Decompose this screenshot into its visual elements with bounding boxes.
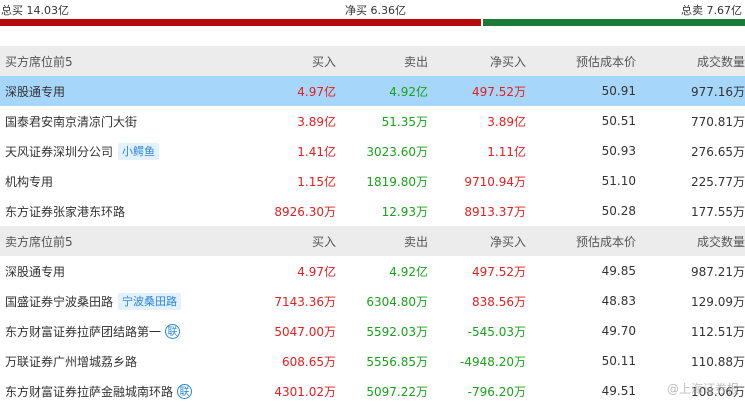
cost-value: 49.85 <box>601 264 636 278</box>
buy-value: 7143.36万 <box>274 294 336 309</box>
buy-value: 4.97亿 <box>297 264 336 279</box>
header-sell: 卖出 <box>403 54 428 69</box>
cost-value: 50.28 <box>601 204 636 218</box>
net-value: 497.52万 <box>472 264 526 279</box>
seat-name: 国泰君安南京清凉门大街 <box>5 114 138 129</box>
watermark: @上海证券报 <box>666 382 739 396</box>
cost-value: 50.51 <box>601 114 636 128</box>
net-value: 497.52万 <box>472 84 526 99</box>
volume-value: 110.88万 <box>691 354 745 369</box>
table-row[interactable]: 东方证券张家港东环路 8926.30万 12.93万 8913.37万 50.2… <box>0 196 745 226</box>
header-seat: 买方席位前5 <box>5 54 73 69</box>
header-volume: 成交数量 <box>696 234 745 249</box>
table-row[interactable]: 国盛证券宁波桑田路 宁波桑田路 7143.36万 6304.80万 838.56万… <box>0 286 745 316</box>
volume-value: 129.09万 <box>691 294 745 309</box>
buy-value: 8926.30万 <box>274 204 336 219</box>
net-value: 1.11亿 <box>487 144 526 159</box>
header-volume: 成交数量 <box>696 54 745 69</box>
volume-value: 770.81万 <box>691 114 745 129</box>
buy-ratio-fill <box>0 19 481 26</box>
seat-name: 万联证券广州增城荔乡路 <box>5 354 138 369</box>
total-sell-text: 总卖 7.67亿 <box>681 4 742 17</box>
total-buy-text: 总买 14.03亿 <box>1 4 69 17</box>
seat-tag[interactable]: 小鳄鱼 <box>118 142 160 160</box>
volume-value: 177.55万 <box>691 204 745 219</box>
buy-sell-ratio-bar <box>0 19 745 26</box>
seat-name: 深股通专用 <box>5 264 66 279</box>
net-value: -545.03万 <box>467 324 526 339</box>
seat-tag[interactable]: 宁波桑田路 <box>118 292 182 310</box>
sell-value: 4.92亿 <box>389 84 428 99</box>
cost-value: 50.91 <box>601 84 636 98</box>
header-cost: 预估成本价 <box>575 54 636 69</box>
seat-name: 东方证券张家港东环路 <box>5 204 126 219</box>
sell-value: 4.92亿 <box>389 264 428 279</box>
net-buy-text: 净买 6.36亿 <box>345 4 406 17</box>
table-row[interactable]: 深股通专用 4.97亿 4.92亿 497.52万 50.91 977.16万 <box>0 76 745 106</box>
volume-value: 276.65万 <box>691 144 745 159</box>
buy-value: 4.97亿 <box>297 84 336 99</box>
volume-value: 987.21万 <box>691 264 745 279</box>
net-value: -796.20万 <box>467 384 526 399</box>
net-value: 3.89亿 <box>487 114 526 129</box>
seat-name: 东方财富证券拉萨金融城南环路 <box>5 384 174 399</box>
sell-value: 5097.22万 <box>366 384 428 399</box>
sell-value: 6304.80万 <box>366 294 428 309</box>
cost-value: 50.93 <box>601 144 636 158</box>
seat-name: 东方财富证券拉萨团结路第一 <box>5 324 162 339</box>
seat-name: 国盛证券宁波桑田路 <box>5 294 114 309</box>
table-row[interactable]: 天风证券深圳分公司 小鳄鱼 1.41亿 3023.60万 1.11亿 50.93 … <box>0 136 745 166</box>
linked-seat-badge-icon[interactable]: 联 <box>165 323 181 339</box>
net-value: 838.56万 <box>472 294 526 309</box>
table-row[interactable]: 机构专用 1.15亿 1819.80万 9710.94万 51.10 225.7… <box>0 166 745 196</box>
volume-value: 225.77万 <box>691 174 745 189</box>
buy-value: 608.65万 <box>282 354 336 369</box>
net-value: 8913.37万 <box>464 204 526 219</box>
seat-name: 机构专用 <box>5 174 54 189</box>
table-row[interactable]: 国泰君安南京清凉门大街 3.89亿 51.35万 3.89亿 50.51 770… <box>0 106 745 136</box>
cost-value: 49.70 <box>601 324 636 338</box>
header-buy: 买入 <box>311 54 336 69</box>
header-net: 净买入 <box>489 54 526 69</box>
table-row[interactable]: 万联证券广州增城荔乡路 608.65万 5556.85万 -4948.20万 5… <box>0 346 745 376</box>
header-net: 净买入 <box>489 234 526 249</box>
buy-section-header: 买方席位前5 买入 卖出 净买入 预估成本价 成交数量 <box>0 46 745 76</box>
linked-seat-badge-icon[interactable]: 联 <box>177 383 193 399</box>
buy-value: 4301.02万 <box>274 384 336 399</box>
net-value: -4948.20万 <box>460 354 526 369</box>
header-seat: 卖方席位前5 <box>5 234 73 249</box>
sell-ratio-fill <box>482 19 745 26</box>
net-value: 9710.94万 <box>464 174 526 189</box>
cost-value: 51.10 <box>601 174 636 188</box>
buy-value: 3.89亿 <box>297 114 336 129</box>
seat-table: 买方席位前5 买入 卖出 净买入 预估成本价 成交数量 深股通专用 4.97亿 … <box>0 46 745 406</box>
header-sell: 卖出 <box>403 234 428 249</box>
table-row[interactable]: 深股通专用 4.97亿 4.92亿 497.52万 49.85 987.21万 <box>0 256 745 286</box>
header-buy: 买入 <box>311 234 336 249</box>
sell-value: 5556.85万 <box>366 354 428 369</box>
cost-value: 49.51 <box>601 384 636 398</box>
sell-value: 12.93万 <box>381 204 428 219</box>
volume-value: 977.16万 <box>691 84 745 99</box>
buy-value: 1.41亿 <box>297 144 336 159</box>
seat-name: 深股通专用 <box>5 84 66 99</box>
buy-value: 1.15亿 <box>297 174 336 189</box>
sell-value: 1819.80万 <box>366 174 428 189</box>
cost-value: 50.11 <box>601 354 636 368</box>
seat-name: 天风证券深圳分公司 <box>5 144 114 159</box>
sell-section-header: 卖方席位前5 买入 卖出 净买入 预估成本价 成交数量 <box>0 226 745 256</box>
volume-value: 112.51万 <box>691 324 745 339</box>
buy-value: 5047.00万 <box>274 324 336 339</box>
table-row[interactable]: 东方财富证券拉萨团结路第一联 5047.00万 5592.03万 -545.03… <box>0 316 745 346</box>
header-cost: 预估成本价 <box>575 234 636 249</box>
cost-value: 48.83 <box>601 294 636 308</box>
sell-value: 5592.03万 <box>366 324 428 339</box>
summary-bar: 总买 14.03亿 净买 6.36亿 总卖 7.67亿 <box>0 0 745 20</box>
sell-value: 3023.60万 <box>366 144 428 159</box>
sell-value: 51.35万 <box>381 114 428 129</box>
